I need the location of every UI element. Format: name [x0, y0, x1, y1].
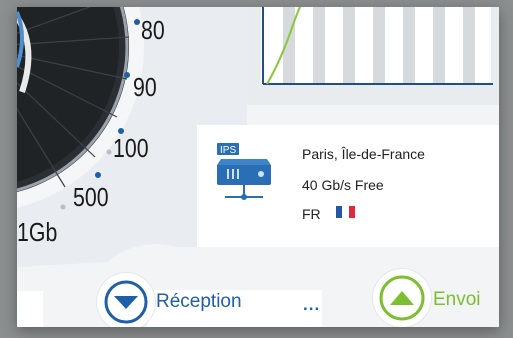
- reception-label[interactable]: Réception: [156, 291, 242, 313]
- speedtest-card: 80 90 100 500 1Gb IPS Paris, Île-de-Fran…: [17, 7, 499, 327]
- speed-chart: [261, 7, 493, 85]
- reception-button[interactable]: [97, 273, 155, 327]
- france-flag-icon: [336, 206, 355, 218]
- download-arrow-icon: [104, 280, 148, 324]
- gauge-label-90: 90: [133, 72, 157, 102]
- gauge-label-100: 100: [113, 133, 149, 163]
- server-bandwidth: 40 Gb/s Free: [302, 177, 384, 193]
- gauge-label-80: 80: [141, 15, 165, 45]
- ips-badge: IPS: [220, 145, 236, 156]
- gauge-label-500: 500: [73, 182, 109, 212]
- server-country-code: FR: [302, 206, 321, 222]
- gauge-label-1gb: 1Gb: [17, 217, 58, 247]
- flag-red: [348, 206, 355, 218]
- envoi-button[interactable]: [373, 269, 431, 327]
- bottom-left-panel: [17, 291, 43, 327]
- envoi-label[interactable]: Envoi: [433, 289, 481, 311]
- more-options-button[interactable]: ...: [303, 295, 320, 315]
- speed-chart-panel: [247, 7, 499, 105]
- upload-arrow-icon: [379, 275, 425, 321]
- server-location: Paris, Île-de-France: [302, 146, 425, 162]
- server-icon: IPS: [215, 137, 275, 207]
